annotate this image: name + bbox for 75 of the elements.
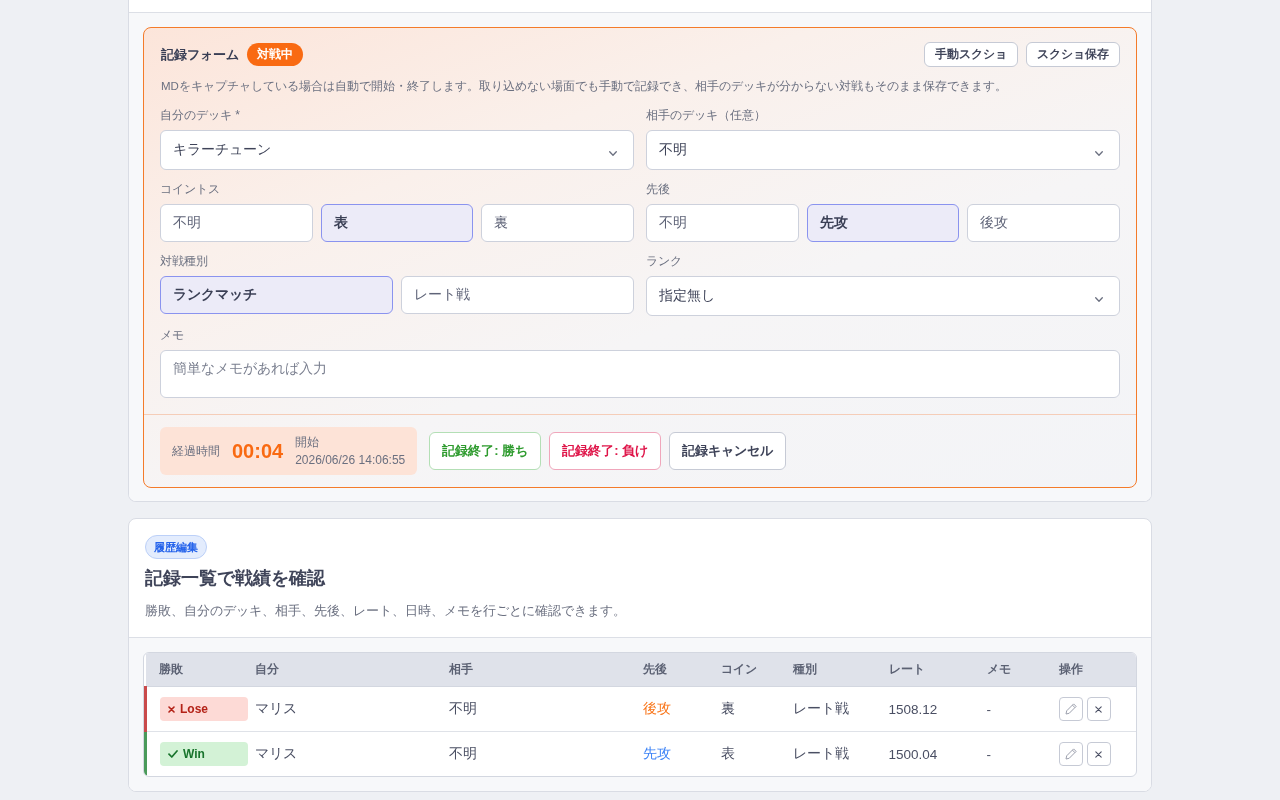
chevron-down-icon [609,150,617,156]
field-label: 自分のデッキ * [160,107,241,123]
option-button[interactable]: レート戦 [401,276,634,314]
result-label: Win [183,747,205,761]
section-tag: 履歴編集 [145,535,207,559]
option-button[interactable]: 不明 [160,204,313,242]
select-value: 指定無し [659,287,715,305]
timer-label: 経過時間 [172,442,220,460]
turn-text: 後攻 [642,701,671,716]
option-button[interactable]: 裏 [481,204,634,242]
table-cell: マリス [241,686,436,732]
status-badge: 対戦中 [247,43,303,66]
select-value: 不明 [659,141,687,159]
cross-icon [1095,705,1102,713]
screenshot-button[interactable]: スクショ保存 [1026,42,1120,67]
elapsed-time: 00:04 [232,439,284,463]
section-title: 記録一覧で戦績を確認 [145,567,325,590]
select-field[interactable]: 指定無し [646,276,1120,316]
check-icon [168,750,178,758]
table-cell: マリス [241,731,436,776]
option-button[interactable]: 不明 [646,204,799,242]
column-header: 先後 [629,653,708,687]
field-label: 相手のデッキ（任意） [646,107,767,123]
column-header: 操作 [1045,653,1136,687]
pencil-icon [1064,748,1077,760]
field-label: ランク [646,253,683,269]
start-label: 開始 [295,434,321,451]
column-header: 種別 [779,653,876,687]
cross-icon [168,705,175,713]
form-title: 記録フォーム [161,45,239,64]
option-button[interactable]: 表 [320,204,474,242]
table-cell: レート戦 [779,686,876,732]
pencil-icon [1064,703,1077,715]
table-cell: - [973,686,1046,732]
finish-win-button[interactable]: 記録終了: 勝ち [429,432,542,470]
chevron-down-icon [1095,296,1103,302]
turn-text: 先攻 [642,746,671,761]
finish-lose-button[interactable]: 記録終了: 負け [549,432,662,470]
field-label: 対戦種別 [160,253,209,269]
cancel-button[interactable]: 記録キャンセル [669,432,787,470]
result-label: Lose [180,702,208,716]
option-button[interactable]: 先攻 [806,204,960,242]
column-header: メモ [973,653,1046,687]
option-button[interactable]: ランクマッチ [160,276,393,314]
table-cell: 不明 [435,686,630,732]
start-time: 2026/06/26 14:06:55 [295,452,406,469]
form-description: MDをキャプチャしている場合は自動で開始・終了します。取り込めない場面でも手動で記録でき、相手のデッキが分からない対戦もそのまま保存できます。 [160,79,1008,94]
column-header: 相手 [435,653,630,687]
table-cell: 1508.12 [875,686,974,732]
table-cell: - [973,731,1046,776]
table-cell: 1500.04 [875,731,974,776]
field-label: メモ [160,327,185,343]
select-field[interactable]: キラーチューン [160,130,634,170]
field-label: 先後 [646,181,671,197]
column-header: レート [875,653,974,687]
edit-button[interactable] [1058,697,1083,721]
delete-button[interactable] [1086,742,1111,766]
cross-icon [1095,750,1102,758]
chevron-down-icon [1095,150,1103,156]
option-button[interactable]: 後攻 [967,204,1120,242]
column-header: 勝敗 [145,653,242,687]
delete-button[interactable] [1086,697,1111,721]
table-cell: 裏 [707,686,780,732]
select-value: キラーチューン [173,141,271,159]
edit-button[interactable] [1058,742,1083,766]
column-header: 自分 [241,653,436,687]
section-description: 勝敗、自分のデッキ、相手、先後、レート、日時、メモを行ごとに確認できます。 [145,602,626,620]
memo-field[interactable]: 簡単なメモがあれば入力 [160,350,1120,398]
select-field[interactable]: 不明 [646,130,1120,170]
table-cell: 不明 [435,731,630,776]
screenshot-button[interactable]: 手動スクショ [924,42,1018,67]
table-cell: 表 [707,731,780,776]
table-cell: レート戦 [779,731,876,776]
column-header: コイン [707,653,780,687]
field-label: コイントス [160,181,221,197]
